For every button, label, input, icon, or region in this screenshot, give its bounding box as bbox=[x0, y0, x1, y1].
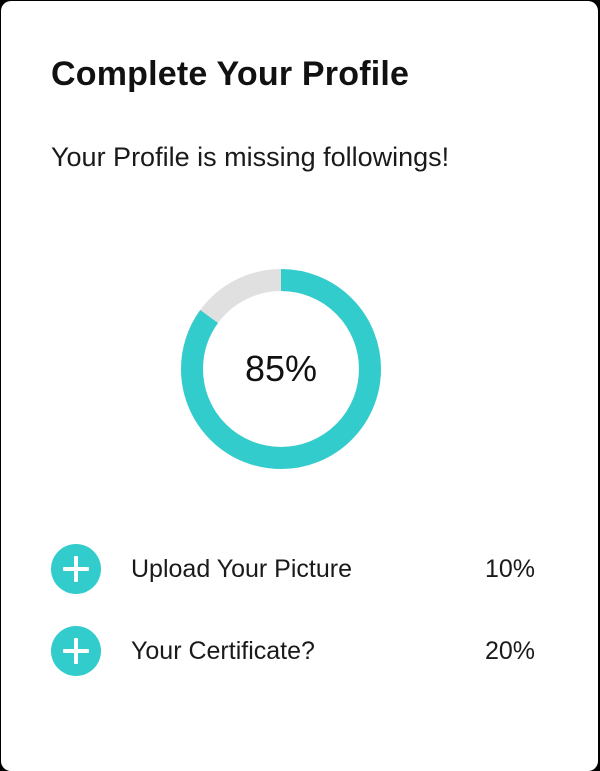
task-label: Your Certificate? bbox=[131, 637, 315, 665]
profile-completion-card: Complete Your Profile Your Profile is mi… bbox=[1, 1, 598, 771]
progress-percent-label: 85% bbox=[244, 348, 318, 389]
task-percent: 20% bbox=[484, 637, 535, 665]
task-row-certificate[interactable]: Your Certificate? 20% bbox=[51, 626, 537, 676]
task-percent: 10% bbox=[484, 555, 535, 583]
task-row-upload-picture[interactable]: Upload Your Picture 10% bbox=[51, 544, 537, 594]
task-label: Upload Your Picture bbox=[131, 555, 352, 583]
card-title: Complete Your Profile bbox=[51, 55, 410, 93]
plus-icon[interactable] bbox=[51, 544, 101, 594]
card-subtitle: Your Profile is missing followings! bbox=[51, 142, 450, 172]
progress-ring: 85% bbox=[180, 268, 382, 470]
plus-icon[interactable] bbox=[51, 626, 101, 676]
